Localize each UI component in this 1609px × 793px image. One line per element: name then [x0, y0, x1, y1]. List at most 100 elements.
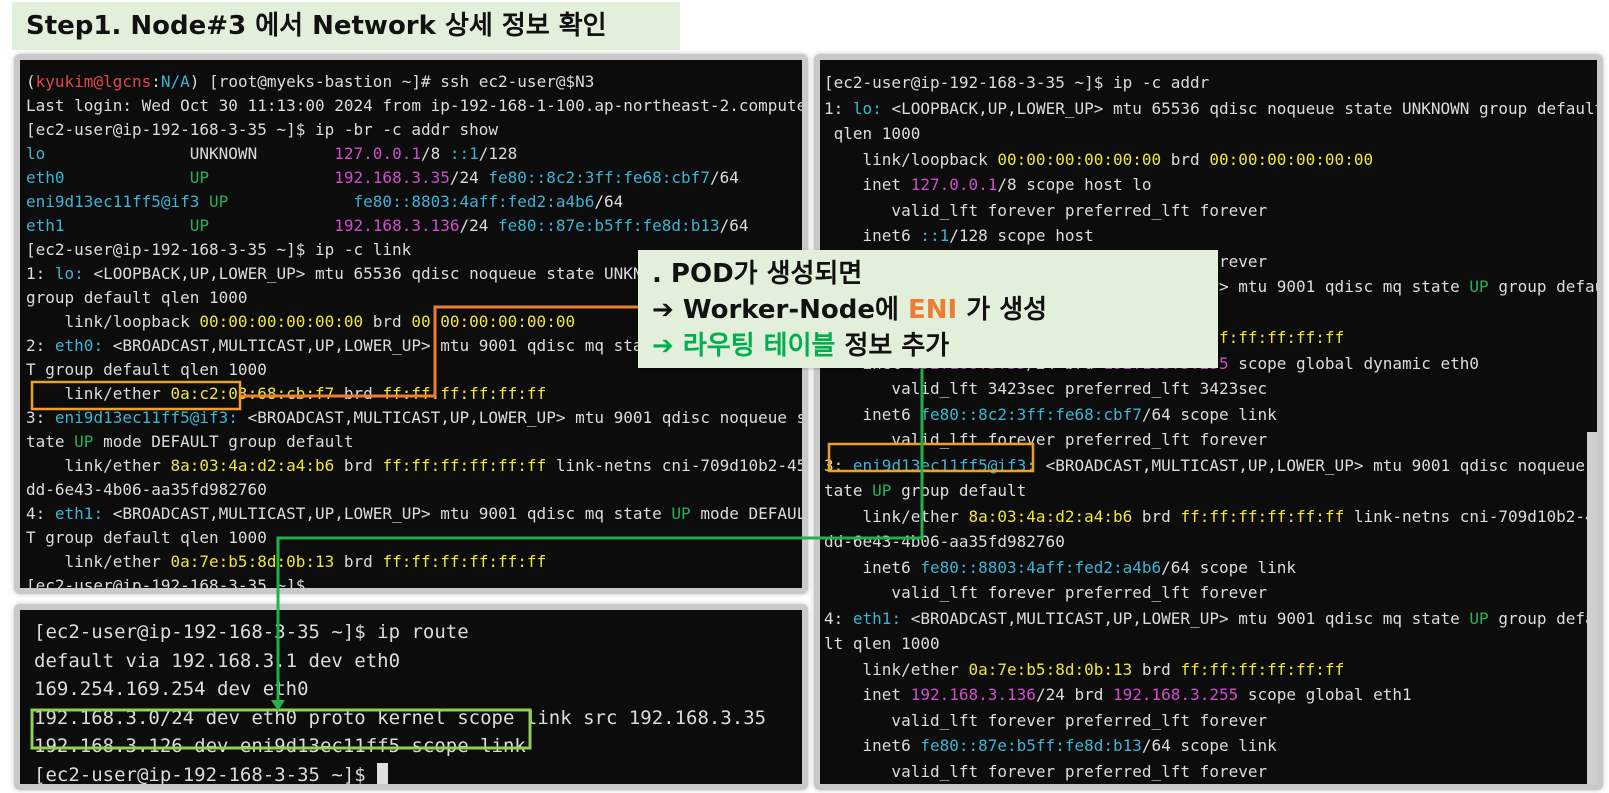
terminal-text: /64 scope link [1141, 404, 1277, 424]
terminal-text: UP [209, 192, 229, 211]
terminal-text: UP [189, 168, 335, 187]
terminal-text: 169.254.169.254 dev eth0 [34, 678, 309, 700]
terminal-text: UP [74, 432, 94, 451]
terminal-text: inet6 [824, 226, 921, 245]
terminal-text: 3: [824, 455, 853, 475]
terminal-text: /24 [449, 168, 489, 187]
routing-table-highlight-text: 라우팅 테이블 [682, 331, 836, 361]
terminal-text: dd-6e43-4b06-aa35fd982760 [26, 480, 267, 499]
terminal-text: scope global eth1 [1238, 685, 1412, 704]
terminal-text: brd [1161, 149, 1210, 169]
terminal-text: /8 [420, 144, 450, 163]
terminal-line: [ec2-user@ip-192-168-3-35 ~]$ ip -br -c … [26, 118, 802, 142]
terminal-text: UP [671, 504, 691, 523]
terminal-text: link/loopback [26, 312, 200, 331]
terminal-line: link/ether 8a:03:4a:d2:a4:b6 brd ff:ff:f… [824, 504, 1597, 530]
terminal-text: link/ether [26, 456, 171, 475]
terminal-text: fe80::8803:4aff:fed2:a4b6 [920, 557, 1162, 577]
terminal-text: /128 scope host [949, 226, 1094, 245]
cursor-block [377, 762, 389, 784]
terminal-text: 192.168.3.136 [910, 685, 1036, 704]
terminal-text: ::1 [449, 144, 479, 163]
terminal-text: scope global dynamic eth0 [1228, 353, 1480, 373]
terminal-text: ff:ff:ff:ff:ff:ff [382, 456, 547, 475]
terminal-line: [ec2-user@ip-192-168-3-35 ~]$ ip route [34, 618, 802, 647]
terminal-text: 1: [26, 264, 55, 283]
terminal-text: 1: [824, 98, 853, 118]
terminal-line: 169.254.169.254 dev eth0 [34, 675, 802, 704]
terminal-text: eth1: [852, 608, 902, 628]
terminal-line: [ec2-user@ip-192-168-3-35 ~]$ [26, 574, 802, 588]
terminal-text: 8a:03:4a:d2:a4:b6 [968, 506, 1133, 526]
terminal-line: eth0 UP 192.168.3.35/24 fe80::8c2:3ff:fe… [26, 166, 802, 190]
terminal-text: UP [872, 481, 892, 500]
terminal-text: mode DEFAUL [690, 504, 807, 523]
terminal-line: inet6 ::1/128 scope host [824, 223, 1597, 249]
terminal-line: dd-6e43-4b06-aa35fd982760 [26, 478, 802, 502]
terminal-text: 8a:03:4a:d2:a4:b6 [170, 456, 335, 475]
terminal-text: /64 scope link [1161, 557, 1297, 577]
terminal-line: 192.168.3.0/24 dev eth0 proto kernel sco… [34, 704, 802, 733]
terminal-text: group default [891, 481, 1027, 500]
terminal-text: <LOOPBACK,UP,LOWER_UP> mtu 65536 qdisc n… [881, 98, 1603, 118]
terminal-text: /64 scope link [1141, 736, 1277, 755]
terminal-route[interactable]: [ec2-user@ip-192-168-3-35 ~]$ ip route de… [14, 604, 808, 790]
terminal-line: inet 192.168.3.136/24 brd 192.168.3.255 … [824, 682, 1597, 708]
terminal-text: <BROADCAST,MULTICAST,UP,LOWER_UP> mtu 90… [103, 336, 662, 355]
terminal-text: lo: [852, 98, 882, 118]
terminal-line: 192.168.3.126 dev eni9d13ec11ff5 scope l… [34, 732, 802, 761]
terminal-line: link/ether 8a:03:4a:d2:a4:b6 brd ff:ff:f… [26, 454, 802, 478]
terminal-text: lt qlen 1000 [824, 634, 940, 653]
terminal-text: link-netns cni-709d10b2-45 [546, 456, 807, 475]
terminal-line: inet6 fe80::8c2:3ff:fe68:cbf7/64 scope l… [824, 402, 1597, 428]
terminal-text: 00:00:00:00:00:00 [1209, 149, 1374, 169]
terminal-text: mode DEFAULT group default [93, 432, 354, 451]
arrow-icon: ➔ [652, 331, 674, 361]
terminal-line: [ec2-user@ip-192-168-3-35 ~]$ ip -c addr [824, 70, 1597, 96]
terminal-text: default via 192.168.3.1 dev eth0 [34, 649, 401, 672]
terminal-text: group defau [1488, 277, 1603, 296]
terminal-text: N/A [160, 72, 190, 91]
terminal-text: valid_lft forever preferred_lft forever [824, 200, 1268, 220]
terminal-text: /24 [459, 216, 499, 235]
callout-line-3: ➔ 라우팅 테이블 정보 추가 [652, 331, 950, 361]
terminal-line: inet 127.0.0.1/8 scope host lo [824, 172, 1597, 198]
terminal-text: eth1 [26, 216, 190, 235]
terminal-line: lt qlen 1000 [824, 631, 1597, 657]
terminal-line: 4: eth1: <BROADCAST,MULTICAST,UP,LOWER_U… [824, 606, 1597, 632]
terminal-text: [ec2-user@ip-192-168-3-35 ~]$ ip -c addr [824, 73, 1210, 92]
terminal-right[interactable]: [ec2-user@ip-192-168-3-35 ~]$ ip -c addr… [814, 54, 1603, 790]
terminal-text: /64 [709, 168, 739, 187]
terminal-text: link/ether [824, 659, 969, 679]
terminal-text: link/ether [26, 552, 171, 571]
terminal-text: inet [824, 175, 911, 194]
terminal-text: 3: [26, 408, 55, 427]
terminal-text: [ec2-user@ip-192-168-3-35 ~]$ [34, 763, 378, 786]
terminal-text: : [151, 72, 161, 91]
terminal-text: /24 brd [1035, 685, 1113, 704]
terminal-text: T group default qlen 1000 [26, 360, 267, 379]
terminal-text: fe80::87e:b5ff:fe8d:b13 [498, 216, 720, 235]
terminal-text: brd [363, 312, 412, 331]
terminal-text: ) [root@myeks-bastion ~]# ssh ec2-user@$… [189, 72, 595, 91]
terminal-text: link/loopback [824, 149, 998, 169]
terminal-text: inet6 [824, 557, 921, 577]
terminal-text: eni9d13ec11ff5@if3 [26, 192, 210, 211]
terminal-line: 1: lo: <LOOPBACK,UP,LOWER_UP> mtu 65536 … [824, 96, 1597, 122]
terminal-text: T group default qlen 1000 [26, 528, 267, 547]
terminal-line: [ec2-user@ip-192-168-3-35 ~]$ [34, 761, 802, 786]
callout-line-1: . POD가 생성되면 [652, 259, 863, 289]
terminal-text: UP [1469, 608, 1489, 628]
terminal-line: (kyukim@lgcns:N/A) [root@myeks-bastion ~… [26, 70, 802, 94]
terminal-text: 00:00:00:00:00:00 [199, 312, 364, 331]
terminal-text: UP [1469, 277, 1489, 296]
terminal-text: 0a:7e:b5:8d:0b:13 [968, 659, 1133, 679]
terminal-text: 127.0.0.1 [910, 175, 998, 194]
scrollbar[interactable] [1587, 432, 1597, 784]
terminal-text: /64 [719, 216, 749, 235]
eni-highlight-text: ENI [907, 295, 958, 325]
callout-line-2: ➔ Worker-Node에 ENI 가 생성 [652, 295, 1048, 325]
callout-box: . POD가 생성되면 ➔ Worker-Node에 ENI 가 생성 ➔ 라우… [638, 250, 1218, 368]
terminal-text: [ec2-user@ip-192-168-3-35 ~]$ ip -c link [26, 240, 412, 259]
